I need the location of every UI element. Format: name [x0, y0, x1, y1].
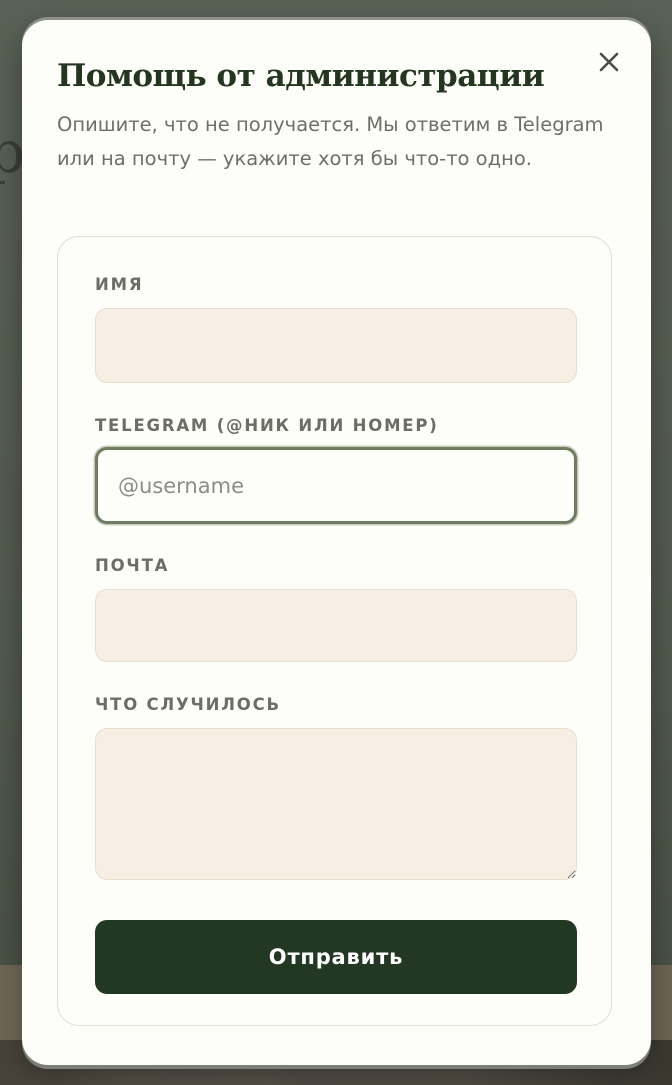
telegram-label: TELEGRAM (@НИК ИЛИ НОМЕР) [95, 416, 439, 435]
name-label: ИМЯ [95, 275, 144, 294]
modal-title: Помощь от администрации [57, 58, 545, 94]
close-button[interactable] [595, 48, 623, 76]
modal-subtitle: Опишите, что не получается. Мы ответим в… [57, 113, 604, 170]
message-textarea[interactable] [95, 728, 577, 880]
help-form: ИМЯ TELEGRAM (@НИК ИЛИ НОМЕР) ПОЧТА ЧТО … [57, 236, 612, 1026]
name-input[interactable] [95, 308, 577, 383]
help-modal: Помощь от администрации Опишите, что не … [22, 20, 651, 1065]
telegram-input[interactable] [95, 447, 577, 524]
close-icon [599, 52, 619, 72]
message-label: ЧТО СЛУЧИЛОСЬ [95, 695, 281, 714]
email-input[interactable] [95, 589, 577, 662]
submit-button[interactable]: Отправить [95, 920, 577, 994]
email-label: ПОЧТА [95, 556, 170, 575]
